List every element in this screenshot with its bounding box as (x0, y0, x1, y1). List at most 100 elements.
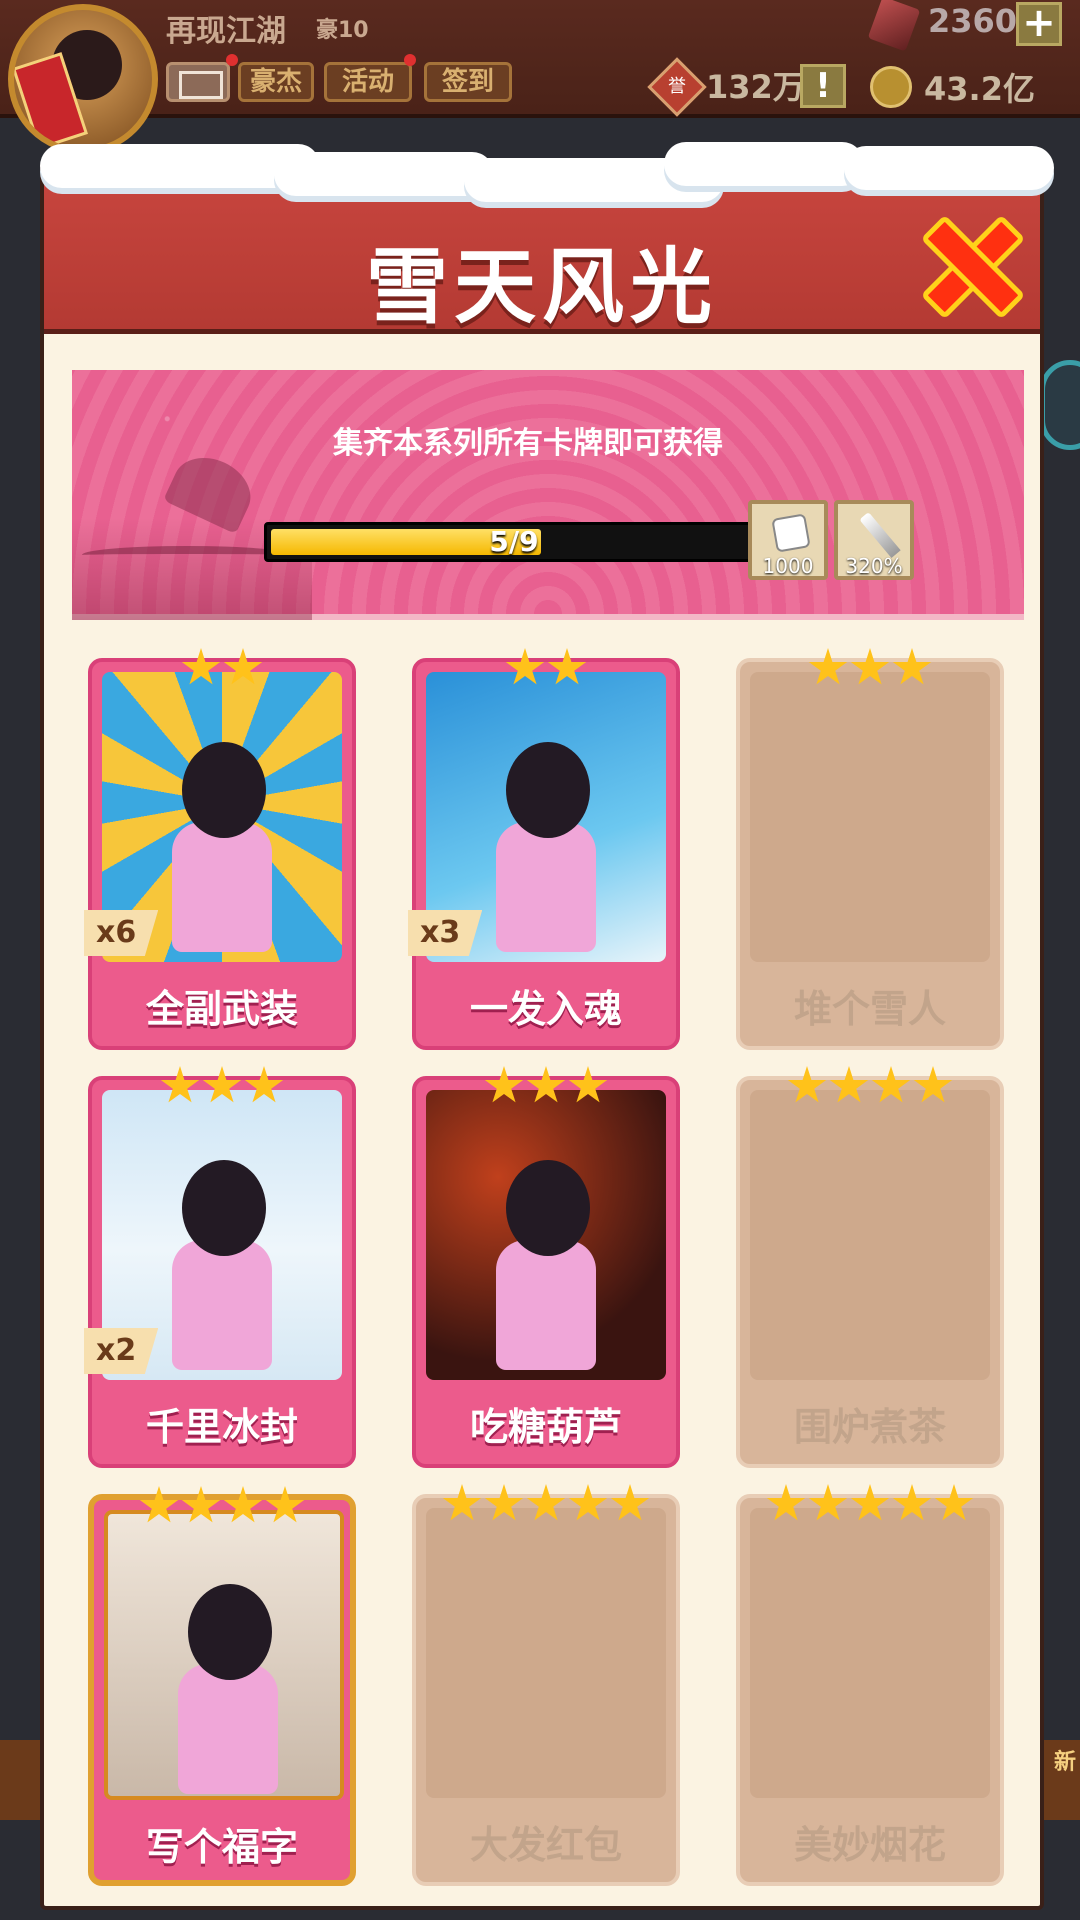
star-icon (892, 648, 932, 685)
character-robe (496, 822, 596, 952)
honor-count: 132万 (706, 68, 805, 106)
mail-button[interactable] (166, 62, 230, 102)
star-icon (181, 1486, 221, 1523)
mail-notification-dot (226, 54, 238, 66)
card-name: 一发入魂 (469, 987, 622, 1031)
player-rank: 豪10 (316, 18, 369, 43)
card-name: 千里冰封 (145, 1405, 298, 1449)
card-item[interactable]: x2 千里冰封 (84, 1066, 356, 1468)
reward-sword[interactable]: 320% (834, 500, 914, 580)
reward-dice-label: 1000 (762, 554, 814, 578)
side-tab-handle[interactable] (1040, 360, 1080, 450)
honor-info-button[interactable]: ! (800, 64, 846, 108)
card-collection-modal: 雪天风光 集齐本系列所有卡牌即可获得 5/9 1000 320% x6 全副武装 x… (40, 142, 1054, 1910)
star-icon (808, 648, 848, 685)
character-figure (182, 1160, 266, 1256)
star-icon (892, 1484, 932, 1521)
star-icon (244, 1066, 284, 1103)
card-name: 围炉煮茶 (793, 1405, 946, 1449)
modal-title: 雪天风光 (365, 240, 718, 335)
card-name: 大发红包 (469, 1823, 622, 1867)
gem-icon (867, 0, 921, 52)
star-icon (850, 1484, 890, 1521)
card-item[interactable]: 美妙烟花 (736, 1484, 1004, 1886)
star-icon (610, 1484, 650, 1521)
dice-icon (771, 513, 811, 553)
star-icon (181, 648, 221, 685)
card-item[interactable]: 写个福字 (88, 1486, 356, 1886)
snow-decoration (664, 142, 864, 186)
star-icon (526, 1484, 566, 1521)
coin-count: 43.2亿 (924, 70, 1035, 108)
bridge-icon (82, 546, 292, 564)
star-rating (416, 1066, 676, 1110)
star-icon (808, 1484, 848, 1521)
star-icon (160, 1066, 200, 1103)
add-gems-button[interactable]: + (1016, 2, 1062, 46)
card-item[interactable]: 大发红包 (412, 1484, 680, 1886)
character-figure (188, 1584, 272, 1680)
star-icon (850, 648, 890, 685)
modal-header: 雪天风光 (40, 142, 1054, 335)
collection-progress-bar: 5/9 (264, 522, 764, 562)
snow-decoration (844, 146, 1054, 190)
signin-button[interactable]: 签到 (424, 62, 512, 102)
star-icon (442, 1484, 482, 1521)
character-figure (182, 742, 266, 838)
sword-icon (859, 511, 901, 559)
star-rating (740, 1066, 1000, 1110)
card-item[interactable]: 吃糖葫芦 (412, 1066, 680, 1468)
card-name: 写个福字 (145, 1825, 298, 1869)
star-icon (766, 1484, 806, 1521)
star-icon (871, 1066, 911, 1103)
close-icon[interactable] (922, 216, 1014, 308)
star-icon (139, 1486, 179, 1523)
star-rating (94, 1486, 350, 1530)
new-badge: 新 (1053, 1750, 1076, 1775)
star-rating (740, 648, 1000, 692)
events-notification-dot (404, 54, 416, 66)
card-name: 吃糖葫芦 (469, 1405, 622, 1449)
character-robe (496, 1240, 596, 1370)
star-icon (484, 1484, 524, 1521)
star-icon (568, 1484, 608, 1521)
card-item[interactable]: 围炉煮茶 (736, 1066, 1004, 1468)
player-avatar[interactable] (8, 4, 158, 154)
star-icon (547, 648, 587, 685)
card-placeholder (426, 1508, 666, 1798)
character-robe (172, 822, 272, 952)
card-item[interactable]: x6 全副武装 (84, 648, 356, 1050)
player-title: 再现江湖 (166, 14, 286, 49)
star-icon (829, 1066, 869, 1103)
character-figure (506, 1160, 590, 1256)
card-placeholder (750, 672, 990, 962)
card-placeholder (750, 1090, 990, 1380)
star-icon (787, 1066, 827, 1103)
card-item[interactable]: 堆个雪人 (736, 648, 1004, 1050)
star-icon (913, 1066, 953, 1103)
gem-count: 2360 (928, 2, 1018, 40)
star-icon (223, 648, 263, 685)
reward-sword-label: 320% (845, 554, 903, 578)
star-rating (92, 1066, 352, 1110)
card-name: 堆个雪人 (793, 987, 946, 1031)
events-button[interactable]: 活动 (324, 62, 412, 102)
star-icon (526, 1066, 566, 1103)
honor-icon-glyph: 誉 (668, 76, 686, 97)
card-name: 美妙烟花 (793, 1823, 946, 1867)
star-icon (505, 648, 545, 685)
collection-reward-banner: 集齐本系列所有卡牌即可获得 5/9 1000 320% (72, 370, 1024, 620)
heroes-button[interactable]: 豪杰 (238, 62, 314, 102)
coin-icon (870, 66, 912, 108)
card-artwork (426, 1090, 666, 1380)
progress-label: 5/9 (489, 525, 539, 558)
card-item[interactable]: x3 一发入魂 (408, 648, 680, 1050)
top-hud: 再现江湖 豪10 豪杰 活动 签到 2360 + 誉 132万 ! 43.2亿 (0, 0, 1080, 154)
star-icon (265, 1486, 305, 1523)
star-icon (223, 1486, 263, 1523)
reward-dice[interactable]: 1000 (748, 500, 828, 580)
star-icon (934, 1484, 974, 1521)
snow-decoration (274, 152, 494, 196)
card-artwork (104, 1510, 344, 1800)
star-icon (484, 1066, 524, 1103)
